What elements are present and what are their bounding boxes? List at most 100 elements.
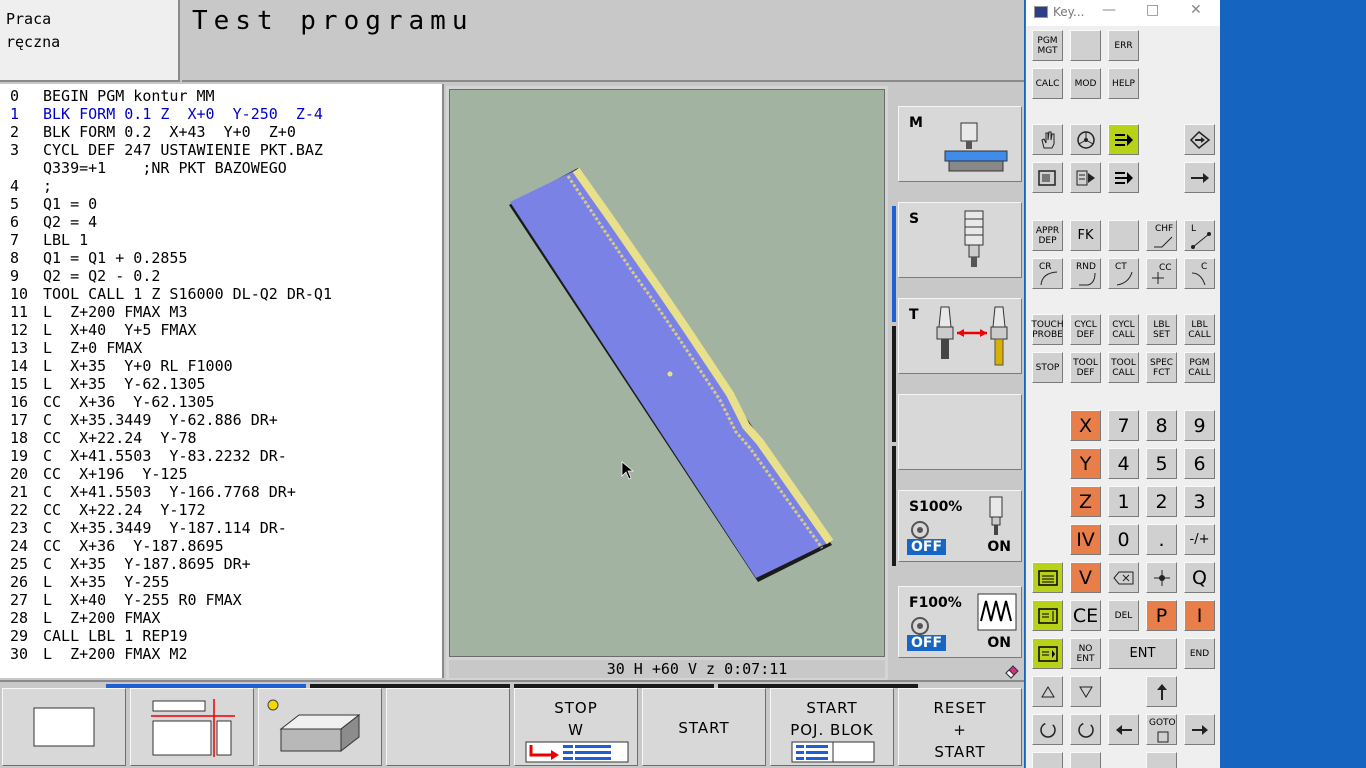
tool-t-button[interactable]: T	[898, 298, 1022, 374]
program-line[interactable]: 19 C X+41.5503 Y-83.2232 DR-	[10, 447, 442, 465]
rotate-left-icon[interactable]	[1032, 714, 1063, 745]
program-line[interactable]: 11 L Z+200 FMAX M3	[10, 303, 442, 321]
program-line[interactable]: 29 CALL LBL 1 REP19	[10, 627, 442, 645]
program-line[interactable]: 18 CC X+22.24 Y-78	[10, 429, 442, 447]
key-cr[interactable]: CR	[1032, 258, 1063, 289]
program-line[interactable]: 6 Q2 = 4	[10, 213, 442, 231]
program-line[interactable]: 3 CYCL DEF 247 USTAWIENIE PKT.BAZ	[10, 141, 442, 159]
key-chf[interactable]: CHF	[1146, 220, 1177, 251]
positioning-mdi-icon[interactable]	[1108, 124, 1139, 155]
program-line[interactable]: 8 Q1 = Q1 + 0.2855	[10, 249, 442, 267]
program-line[interactable]: 30 L Z+200 FMAX M2	[10, 645, 442, 663]
key-l[interactable]: L	[1184, 220, 1215, 251]
key-rnd[interactable]: RND	[1070, 258, 1101, 289]
key-8[interactable]: 8	[1146, 410, 1177, 441]
program-listing[interactable]: 0 BEGIN PGM kontur MM 1 BLK FORM 0.1 Z X+0 …	[0, 84, 444, 678]
softkey-start-single-block[interactable]: START POJ. BLOK	[770, 688, 894, 766]
key-err[interactable]: ERR	[1108, 30, 1139, 61]
key-pgm-call[interactable]: PGM CALL	[1184, 352, 1215, 383]
key-ent[interactable]: ENT	[1108, 638, 1177, 669]
mode-select-icon[interactable]	[1032, 562, 1063, 593]
key-4[interactable]: 4	[1108, 448, 1139, 479]
maximize-icon[interactable]: □	[1146, 2, 1159, 18]
key-help[interactable]: HELP	[1108, 68, 1139, 99]
program-line[interactable]: 23 C X+35.3449 Y-187.114 DR-	[10, 519, 442, 537]
key-3[interactable]: 3	[1184, 486, 1215, 517]
arrow-right-icon[interactable]	[1184, 714, 1215, 745]
arrow-up-icon[interactable]	[1146, 676, 1177, 707]
program-line[interactable]: 22 CC X+22.24 Y-172	[10, 501, 442, 519]
feed-override-on[interactable]: ON	[987, 635, 1011, 651]
program-line[interactable]: 10 TOOL CALL 1 Z S16000 DL-Q2 DR-Q1	[10, 285, 442, 303]
softkey-program-graphic-layout[interactable]	[130, 688, 254, 766]
program-line[interactable]: 25 C X+35 Y-187.8695 DR+	[10, 555, 442, 573]
key-6[interactable]: 6	[1184, 448, 1215, 479]
simulation-graphic[interactable]	[449, 89, 885, 657]
arrow-right-small-icon[interactable]	[1070, 752, 1101, 768]
key-c[interactable]: C	[1184, 258, 1215, 289]
softkey-stop-w[interactable]: STOP W	[514, 688, 638, 766]
program-line[interactable]: 21 C X+41.5503 Y-166.7768 DR+	[10, 483, 442, 501]
program-line[interactable]: 24 CC X+36 Y-187.8695	[10, 537, 442, 555]
machine-mode-indicator[interactable]: Praca ręczna	[0, 0, 180, 82]
program-line[interactable]: 14 L X+35 Y+0 RL F1000	[10, 357, 442, 375]
arrow-down-icon[interactable]	[1146, 752, 1177, 768]
close-icon[interactable]: ✕	[1190, 2, 1202, 18]
key-5[interactable]: 5	[1146, 448, 1177, 479]
key-ce[interactable]: CE	[1070, 600, 1101, 631]
key-mod[interactable]: MOD	[1070, 68, 1101, 99]
page-down-icon[interactable]	[1070, 676, 1101, 707]
page-up-icon[interactable]	[1032, 676, 1063, 707]
program-line[interactable]: 26 L X+35 Y-255	[10, 573, 442, 591]
key-blank[interactable]	[1070, 30, 1101, 61]
key-calc[interactable]: CALC	[1032, 68, 1063, 99]
key-sign-toggle[interactable]: -/+	[1184, 524, 1215, 555]
program-line[interactable]: 9 Q2 = Q2 - 0.2	[10, 267, 442, 285]
spindle-s-button[interactable]: S	[898, 202, 1022, 278]
program-line[interactable]: 13 L Z+0 FMAX	[10, 339, 442, 357]
manual-mode-hand-icon[interactable]	[1032, 124, 1063, 155]
program-line[interactable]: 28 L Z+200 FMAX	[10, 609, 442, 627]
program-line[interactable]: 20 CC X+196 Y-125	[10, 465, 442, 483]
test-run-icon[interactable]	[1184, 162, 1215, 193]
key-pgm-mgt[interactable]: PGM MGT	[1032, 30, 1063, 61]
program-line[interactable]: 16 CC X+36 Y-62.1305	[10, 393, 442, 411]
keyboard-titlebar[interactable]: Key... — □ ✕	[1026, 0, 1220, 26]
program-line[interactable]: 0 BEGIN PGM kontur MM	[10, 87, 442, 105]
key-i[interactable]: I	[1184, 600, 1215, 631]
key-tool-def[interactable]: TOOL DEF	[1070, 352, 1101, 383]
program-run-single-icon[interactable]	[1070, 162, 1101, 193]
key-tool-call[interactable]: TOOL CALL	[1108, 352, 1139, 383]
key-stop[interactable]: STOP	[1032, 352, 1063, 383]
rotate-right-icon[interactable]	[1070, 714, 1101, 745]
key-axis-iv[interactable]: IV	[1070, 524, 1101, 555]
key-no-ent[interactable]: NO ENT	[1070, 638, 1101, 669]
empty-status-button[interactable]	[898, 394, 1022, 470]
key-0[interactable]: 0	[1108, 524, 1139, 555]
softkey-start[interactable]: START	[642, 688, 766, 766]
key-spec-fct[interactable]: SPEC FCT	[1146, 352, 1177, 383]
machine-m-button[interactable]: M	[898, 106, 1022, 182]
arrow-left-small-icon[interactable]	[1032, 752, 1063, 768]
key-cycl-def[interactable]: CYCL DEF	[1070, 314, 1101, 345]
key-axis-x[interactable]: X	[1070, 410, 1101, 441]
key-q[interactable]: Q	[1184, 562, 1215, 593]
spindle-override-on[interactable]: ON	[987, 539, 1011, 555]
key-axis-v[interactable]: V	[1070, 562, 1101, 593]
arrow-left-icon[interactable]	[1108, 714, 1139, 745]
teach-in-icon[interactable]	[1032, 162, 1063, 193]
key-cycl-call[interactable]: CYCL CALL	[1108, 314, 1139, 345]
key-decimal-point[interactable]: .	[1146, 524, 1177, 555]
program-line[interactable]: 17 C X+35.3449 Y-62.886 DR+	[10, 411, 442, 429]
key-p[interactable]: P	[1146, 600, 1177, 631]
key-goto[interactable]: GOTO	[1146, 714, 1177, 745]
program-line[interactable]: 5 Q1 = 0	[10, 195, 442, 213]
softkey-reset-start[interactable]: RESET + START	[898, 688, 1022, 766]
key-9[interactable]: 9	[1184, 410, 1215, 441]
program-run-full-icon[interactable]	[1108, 162, 1139, 193]
softkey-switch-icon[interactable]	[1032, 638, 1063, 669]
key-fk[interactable]: FK	[1070, 220, 1101, 251]
program-line[interactable]: 4;	[10, 177, 442, 195]
spindle-override-off[interactable]: OFF	[907, 539, 947, 555]
softkey-3d-view[interactable]	[258, 688, 382, 766]
